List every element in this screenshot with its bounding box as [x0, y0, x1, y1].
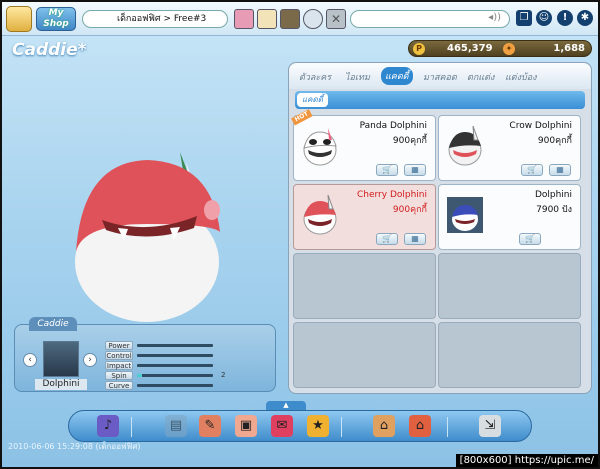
myshop-button[interactable]: My Shop [36, 7, 76, 31]
item-name: Crow Dolphini [509, 121, 572, 131]
empty-slot [438, 322, 581, 388]
item-cell[interactable]: Dolphini 7900 ปัง 🛒 [438, 184, 581, 250]
gear-icon[interactable]: ✱ [577, 10, 593, 26]
tab-character[interactable]: ตัวละคร [299, 70, 331, 84]
pang-coin-icon: P [413, 43, 425, 55]
close-slot-icon[interactable]: ✕ [326, 9, 346, 29]
empty-slot [293, 322, 436, 388]
shop-tabs: ตัวละคร ไอเทม แคดดี้ มาสคอต ตกแต่ง แต่งบ… [289, 63, 591, 89]
caddie-name: Dolphini [35, 379, 87, 390]
caddie-portrait [43, 341, 79, 377]
timestamp: 2010-06-06 15:29:08 (เด็กออฟฟิศ) [8, 442, 141, 451]
item-cell[interactable]: HOT Panda Dolphini 900คุกกี้ 🛒 ▦ [291, 109, 436, 181]
stat-row: Impact [105, 361, 265, 370]
pang-amount: 465,379 [447, 43, 493, 54]
item-name: Panda Dolphini [359, 121, 427, 131]
panda-dolphini-thumb [303, 128, 337, 166]
item-price: 900คุกกี้ [392, 136, 427, 146]
gift-icon[interactable]: ▦ [404, 164, 426, 176]
crow-dolphini-thumb [448, 125, 482, 166]
ball-avatar-icon[interactable] [303, 9, 323, 29]
home-icon[interactable]: ⌂ [373, 415, 395, 437]
shop-bag-icon[interactable]: ✎ [199, 415, 221, 437]
item-cell[interactable]: Crow Dolphini 900คุกกี้ 🛒 ▦ [438, 115, 581, 181]
gift-icon[interactable]: ▦ [404, 233, 426, 245]
tab-mascot[interactable]: มาสคอต [423, 70, 457, 84]
watermark: [800x600] https://upic.me/ [455, 454, 598, 467]
stat-bar [137, 354, 213, 357]
friends-icon[interactable]: ☺ [536, 10, 552, 26]
stat-label: Impact [105, 361, 133, 370]
item-name: Cherry Dolphini [356, 190, 427, 200]
item-price: 7900 ปัง [536, 205, 572, 215]
dolphini-character [75, 152, 220, 322]
bottom-dock: ♪ ▤ ✎ ▣ ✉ ★ ⌂ ⌂ ⇲ [68, 410, 532, 442]
cookie-amount: 1,688 [553, 43, 585, 54]
scratch-icon[interactable]: ★ [307, 415, 329, 437]
room-name-text: เด็กออฟฟิศ > Free#3 [117, 14, 207, 24]
next-caddie-icon[interactable]: › [83, 353, 97, 367]
empty-slot [438, 253, 581, 319]
stat-bar [137, 384, 213, 387]
mail-icon[interactable]: ✉ [271, 415, 293, 437]
stat-bar [137, 344, 213, 347]
stat-label: Control [105, 351, 133, 360]
game-screen: My Shop เด็กออฟฟิศ > Free#3 ✕ ◂)) ❐ ☺ ! … [0, 0, 600, 469]
shop-panel: ตัวละคร ไอเทม แคดดี้ มาสคอต ตกแต่ง แต่งบ… [288, 62, 592, 394]
page-title: Caddie* [12, 40, 87, 60]
cart-icon[interactable]: 🛒 [376, 233, 398, 245]
brown-avatar-icon[interactable] [280, 9, 300, 29]
house-icon[interactable]: ⌂ [409, 415, 431, 437]
item-name: Dolphini [534, 190, 572, 200]
gift-box-icon[interactable]: ▣ [235, 415, 257, 437]
stat-bar [137, 374, 213, 377]
cart-icon[interactable]: 🛒 [376, 164, 398, 176]
tab-decorate[interactable]: ตกแต่ง [467, 70, 494, 84]
locker-icon[interactable]: ▤ [165, 415, 187, 437]
room-name: เด็กออฟฟิศ > Free#3 [82, 10, 228, 28]
stat-label: Spin [105, 371, 133, 380]
stat-row: Control [105, 351, 265, 360]
dolphini-thumb [447, 197, 483, 233]
speaker-icon[interactable]: ◂)) [488, 12, 501, 23]
cat-avatar-icon[interactable] [257, 9, 277, 29]
empty-slot [293, 253, 436, 319]
pangya-logo-icon[interactable] [6, 6, 32, 32]
exit-icon[interactable]: ⇲ [479, 415, 501, 437]
chat-input[interactable]: ◂)) [350, 10, 510, 28]
item-price: 900คุกกี้ [392, 205, 427, 215]
stat-row: Spin 2 [105, 371, 265, 380]
cart-icon[interactable]: 🛒 [519, 233, 541, 245]
currency-bar: P 465,379 ✦ 1,688 [408, 40, 592, 57]
cookie-icon: ✦ [503, 43, 515, 55]
stat-row: Power [105, 341, 265, 350]
stat-box-tab: Caddie [29, 317, 77, 331]
stat-fill [137, 374, 142, 377]
window-icon[interactable]: ❐ [516, 10, 532, 26]
stat-label: Curve [105, 381, 133, 390]
gift-icon[interactable]: ▦ [549, 164, 571, 176]
alert-icon[interactable]: ! [557, 10, 573, 26]
cart-icon[interactable]: 🛒 [521, 164, 543, 176]
cherry-dolphini-thumb [303, 194, 337, 235]
subtab-bar: แคดดี้ [295, 91, 585, 109]
tab-caddie[interactable]: แคดดี้ [381, 67, 413, 85]
item-price: 900คุกกี้ [537, 136, 572, 146]
prev-caddie-icon[interactable]: ‹ [23, 353, 37, 367]
stat-value: 2 [221, 371, 226, 379]
top-bar: My Shop เด็กออฟฟิศ > Free#3 ✕ ◂)) ❐ ☺ ! … [2, 2, 598, 36]
caddie-stat-box: Caddie ‹ › Dolphini Power Control Impact Sp… [14, 317, 276, 392]
pink-hair-avatar-icon[interactable] [234, 9, 254, 29]
stat-label: Power [105, 341, 133, 350]
tab-item[interactable]: ไอเทม [345, 70, 370, 84]
tab-outfit[interactable]: แต่งบ้อง [505, 70, 537, 84]
stat-bar [137, 364, 213, 367]
item-cell-selected[interactable]: Cherry Dolphini 900คุกกี้ 🛒 ▦ [293, 184, 436, 250]
subtab-caddie[interactable]: แคดดี้ [297, 93, 328, 107]
music-icon[interactable]: ♪ [97, 415, 119, 437]
stat-row: Curve [105, 381, 265, 390]
dock-handle[interactable]: ▲ [266, 401, 306, 410]
